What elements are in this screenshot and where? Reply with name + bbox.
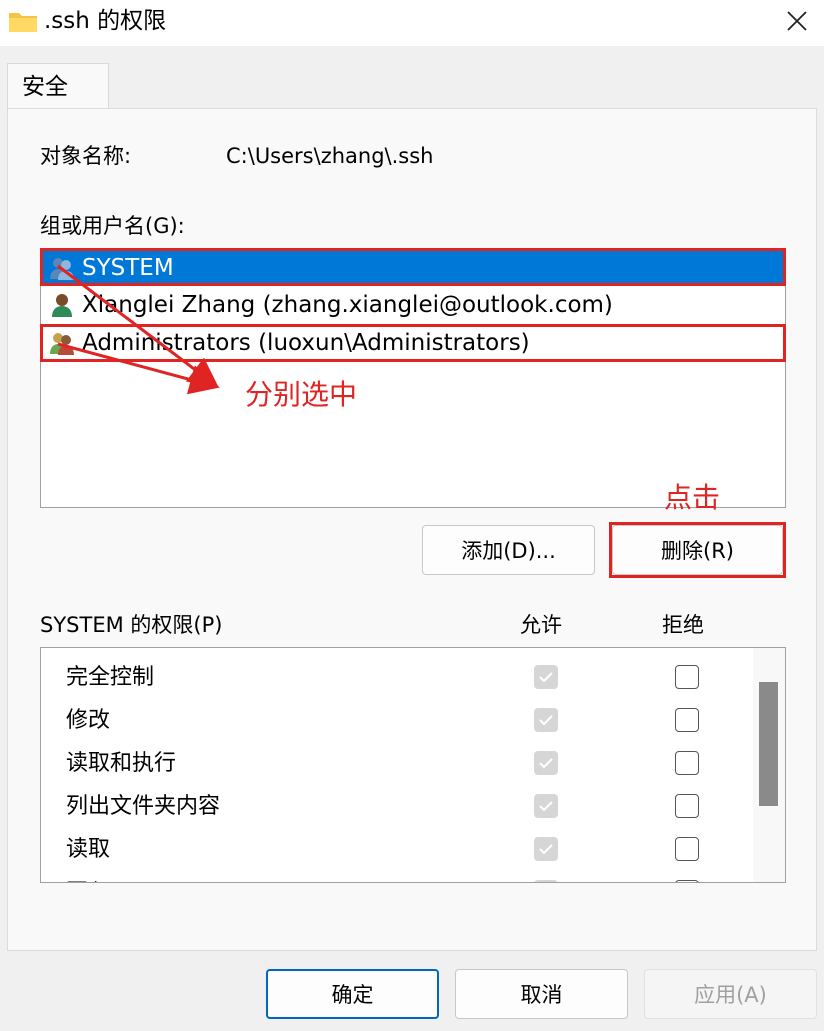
permission-name: 读取: [66, 837, 111, 862]
permission-name: 完全控制: [66, 665, 155, 690]
permission-name: 写入: [66, 878, 110, 882]
permission-row: 读取和执行: [41, 743, 751, 786]
permission-row: 完全控制: [41, 657, 751, 700]
allow-checkbox: [534, 837, 558, 861]
object-name-value: C:\Users\zhang\.ssh: [226, 144, 434, 168]
permission-name: 读取和执行: [66, 751, 177, 776]
window-title: .ssh 的权限: [44, 8, 167, 34]
deny-header: 拒绝: [662, 613, 704, 637]
group-users-icon: [50, 258, 74, 280]
permission-name: 修改: [66, 708, 111, 733]
close-button[interactable]: [770, 0, 824, 42]
check-icon: [539, 715, 553, 726]
allow-checkbox: [534, 880, 558, 882]
deny-checkbox[interactable]: [675, 751, 699, 775]
deny-checkbox[interactable]: [675, 665, 699, 689]
check-icon: [539, 758, 553, 769]
allow-checkbox: [534, 665, 558, 689]
user-row-xianglei[interactable]: Xianglei Zhang (zhang.xianglei@outlook.c…: [42, 288, 784, 322]
user-list[interactable]: SYSTEM Xianglei Zhang (zhang.xianglei@ou…: [40, 248, 786, 508]
annotation-click: 点击: [664, 481, 721, 514]
remove-button[interactable]: 删除(R): [612, 525, 783, 575]
permission-row: 写入: [41, 872, 751, 882]
folder-icon: [9, 13, 37, 32]
check-icon: [539, 801, 553, 812]
deny-checkbox[interactable]: [675, 880, 699, 882]
add-button[interactable]: 添加(D)...: [422, 525, 595, 575]
check-icon: [539, 844, 553, 855]
user-icon: [52, 294, 72, 317]
tab-security[interactable]: 安全: [7, 63, 109, 109]
user-row-administrators[interactable]: Administrators (luoxun\Administrators): [42, 326, 784, 360]
check-icon: [539, 672, 553, 683]
user-name: SYSTEM: [82, 255, 174, 281]
allow-checkbox: [534, 708, 558, 732]
title-bar: .ssh 的权限: [0, 0, 824, 46]
permission-row: 修改: [41, 700, 751, 743]
group-users-icon: [50, 333, 74, 355]
apply-button[interactable]: 应用(A): [644, 969, 817, 1019]
user-row-system[interactable]: SYSTEM: [42, 251, 784, 285]
allow-header: 允许: [520, 613, 562, 637]
allow-checkbox: [534, 794, 558, 818]
deny-checkbox[interactable]: [675, 708, 699, 732]
annotation-select-each: 分别选中: [245, 378, 358, 411]
permission-row: 列出文件夹内容: [41, 786, 751, 829]
permission-name: 列出文件夹内容: [66, 794, 221, 819]
ok-button[interactable]: 确定: [266, 969, 439, 1019]
deny-checkbox[interactable]: [675, 794, 699, 818]
user-name: Xianglei Zhang (zhang.xianglei@outlook.c…: [82, 292, 613, 318]
user-name: Administrators (luoxun\Administrators): [82, 330, 530, 356]
groups-label: 组或用户名(G):: [40, 214, 185, 238]
scrollbar-thumb[interactable]: [759, 682, 778, 806]
close-icon: [787, 11, 807, 31]
permissions-list[interactable]: 完全控制 修改 读取和执行 列出文件夹内容 读取 写入: [40, 647, 786, 883]
deny-checkbox[interactable]: [675, 837, 699, 861]
permission-row: 读取: [41, 829, 751, 872]
allow-checkbox: [534, 751, 558, 775]
scrollbar[interactable]: [753, 648, 785, 882]
object-name-label: 对象名称:: [40, 144, 132, 168]
cancel-button[interactable]: 取消: [455, 969, 628, 1019]
permissions-label: SYSTEM 的权限(P): [40, 613, 223, 637]
